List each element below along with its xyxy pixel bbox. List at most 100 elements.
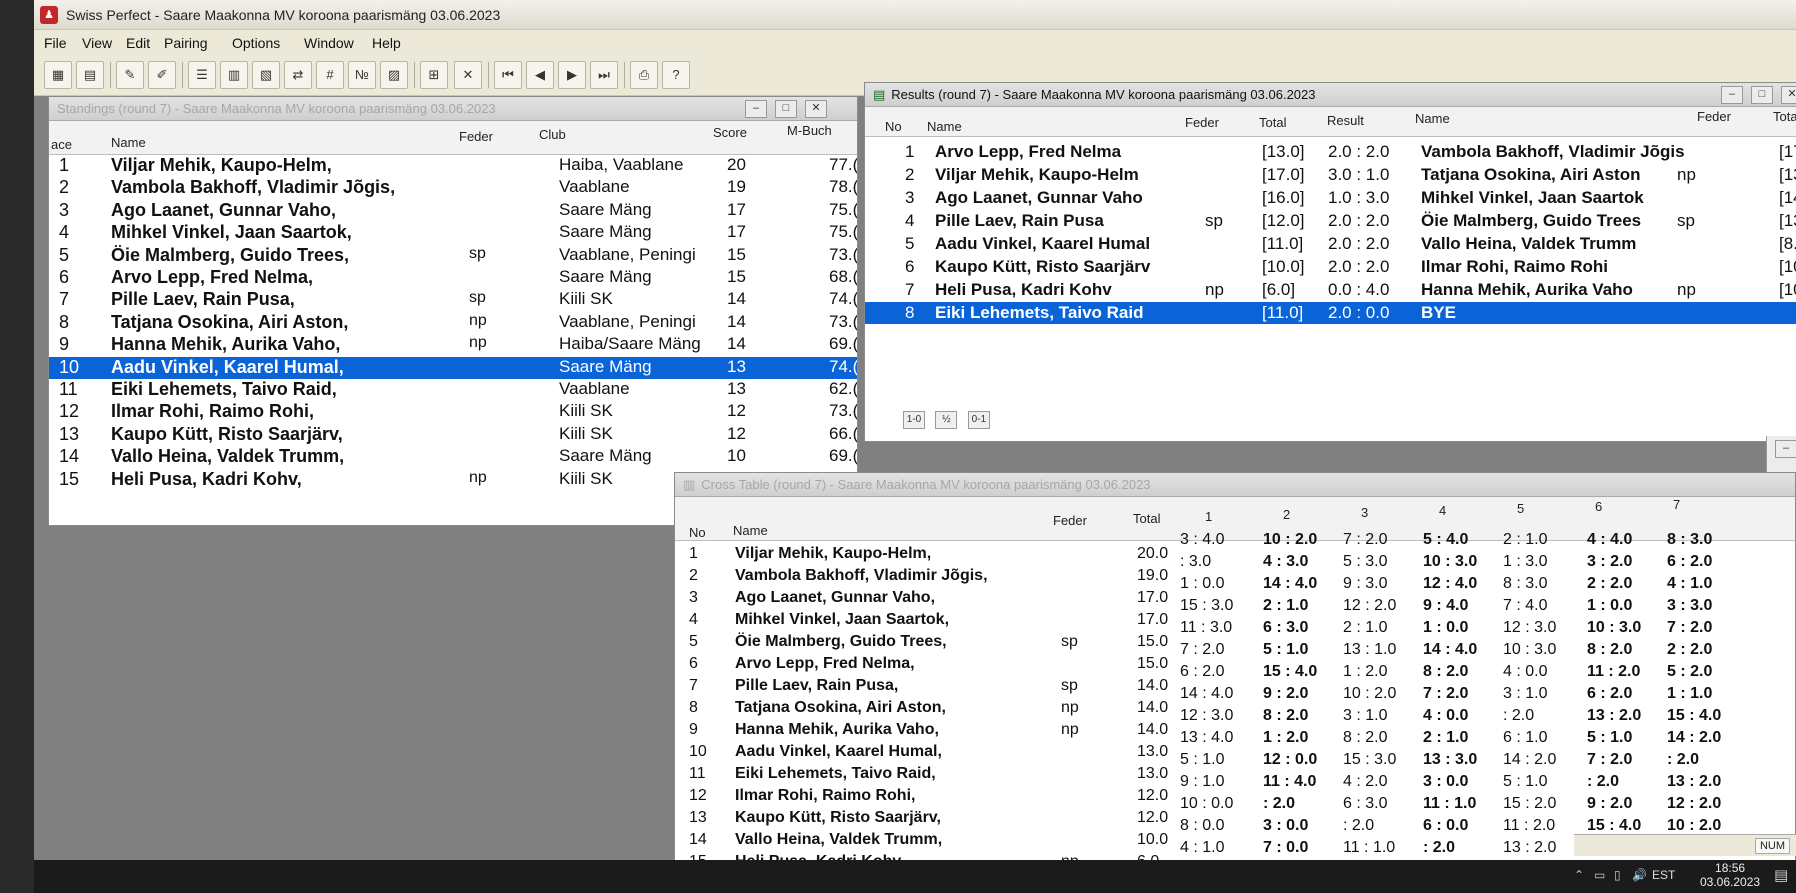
row-result[interactable]: 2.0 : 2.0 [1328, 234, 1389, 254]
menu-options[interactable]: Options [232, 35, 280, 51]
header-round[interactable]: 2 [1283, 507, 1290, 522]
round-result: 2 : 2.0 [1667, 641, 1713, 658]
close-icon[interactable]: ✕ [805, 100, 827, 118]
standings-row[interactable]: 9 Hanna Mehik, Aurika Vaho, np Haiba/Saare … [49, 334, 857, 356]
standings-row[interactable]: 8 Tatjana Osokina, Airi Aston, np Vaablane,… [49, 312, 857, 334]
header-round[interactable]: 5 [1517, 501, 1524, 516]
menu-edit[interactable]: Edit [126, 35, 150, 51]
crosstable-row[interactable]: 11 Eiki Lehemets, Taivo Raid, 13.0 5 : 1.0 1… [675, 751, 1795, 785]
header-feder[interactable]: Feder [1185, 115, 1219, 130]
menu-view[interactable]: View [82, 35, 112, 51]
first-round-icon[interactable]: ⏮ [494, 61, 522, 89]
header-total[interactable]: Total [1259, 115, 1286, 130]
menu-file[interactable]: File [44, 35, 67, 51]
header-place[interactable]: ace [51, 137, 72, 152]
header-name[interactable]: Name [733, 523, 768, 538]
volume-icon[interactable]: 🔊 [1632, 868, 1647, 882]
pairings-grid-icon[interactable]: ▧ [252, 61, 280, 89]
header-score[interactable]: Score [713, 125, 747, 140]
row-result[interactable]: 1.0 : 3.0 [1328, 188, 1389, 208]
minimize-icon[interactable]: – [745, 100, 767, 118]
standings-row[interactable]: 11 Eiki Lehemets, Taivo Raid, Vaablane 13 62… [49, 379, 857, 401]
numbers-icon[interactable]: № [348, 61, 376, 89]
last-round-icon[interactable]: ⏭ [590, 61, 618, 89]
network-icon[interactable]: ▭ [1594, 868, 1605, 882]
header-total-2[interactable]: Total [1773, 109, 1796, 124]
standings-row[interactable]: 13 Kaupo Kütt, Risto Saarjärv, Kiili SK 12 6… [49, 424, 857, 446]
header-name[interactable]: Name [927, 119, 962, 134]
results-row[interactable]: 5 Aadu Vinkel, Kaarel Humal [11.0] 2.0 : 2.… [865, 233, 1796, 255]
menu-help[interactable]: Help [372, 35, 401, 51]
notification-icon[interactable]: ▤ [1774, 866, 1788, 884]
header-club[interactable]: Club [539, 127, 566, 142]
header-round[interactable]: 3 [1361, 505, 1368, 520]
close-icon[interactable]: ✕ [1781, 86, 1796, 104]
maximize-icon[interactable]: □ [775, 100, 797, 118]
header-round[interactable]: 1 [1205, 509, 1212, 524]
results-row[interactable]: 2 Viljar Mehik, Kaupo-Helm [17.0] 3.0 : 1.0… [865, 164, 1796, 186]
header-round[interactable]: 6 [1595, 499, 1602, 514]
standings-row[interactable]: 5 Öie Malmberg, Guido Trees, sp Vaablane, P… [49, 245, 857, 267]
header-no[interactable]: No [885, 119, 902, 134]
header-feder[interactable]: Feder [1053, 513, 1087, 528]
delete-icon[interactable]: ✕ [454, 61, 482, 89]
help-icon[interactable]: ? [662, 61, 690, 89]
header-mbuch[interactable]: M-Buch [787, 123, 832, 138]
header-result[interactable]: Result [1327, 113, 1364, 128]
menu-pairing[interactable]: Pairing [164, 35, 208, 51]
draw-button[interactable]: ½ [935, 411, 958, 429]
minimize-icon[interactable]: – [1721, 86, 1743, 104]
standings-row[interactable]: 1 Viljar Mehik, Kaupo-Helm, Haiba, Vaablan… [49, 155, 857, 177]
previous-round-icon[interactable]: ◀ [526, 61, 554, 89]
header-round[interactable]: 7 [1673, 497, 1680, 512]
results-row[interactable]: 6 Kaupo Kütt, Risto Saarjärv [10.0] 2.0 : 2… [865, 256, 1796, 278]
row-result[interactable]: 2.0 : 2.0 [1328, 257, 1389, 277]
standings-row[interactable]: 14 Vallo Heina, Valdek Trumm, Saare Mäng 10… [49, 446, 857, 468]
results-row[interactable]: 8 Eiki Lehemets, Taivo Raid [11.0] 2.0 : 0.… [865, 302, 1796, 324]
new-tournament-icon[interactable]: ▦ [44, 61, 72, 89]
results-row[interactable]: 7 Heli Pusa, Kadri Kohv np [6.0] 0.0 : 4.0 Ha… [865, 279, 1796, 301]
standings-row[interactable]: 6 Arvo Lepp, Fred Nelma, Saare Mäng 15 68.( [49, 267, 857, 289]
minimize-icon[interactable]: – [1775, 440, 1796, 458]
standings-row[interactable]: 10 Aadu Vinkel, Kaarel Humal, Saare Mäng 13… [49, 356, 857, 379]
results-row[interactable]: 3 Ago Laanet, Gunnar Vaho [16.0] 1.0 : 3.0 M… [865, 187, 1796, 209]
crosstable-icon[interactable]: ▥ [220, 61, 248, 89]
header-feder-2[interactable]: Feder [1697, 109, 1731, 124]
battery-icon[interactable]: ▯ [1614, 868, 1621, 882]
maximize-icon[interactable]: □ [1751, 86, 1773, 104]
ratings-icon[interactable]: # [316, 61, 344, 89]
header-name[interactable]: Name [111, 135, 146, 150]
results-row[interactable]: 4 Pille Laev, Rain Pusa sp [12.0] 2.0 : 2.0 Ö… [865, 210, 1796, 232]
header-opponent-name[interactable]: Name [1415, 111, 1450, 126]
next-round-icon[interactable]: ▶ [558, 61, 586, 89]
header-feder[interactable]: Feder [459, 129, 493, 144]
chevron-up-icon[interactable]: ⌃ [1574, 868, 1584, 882]
standings-row[interactable]: 2 Vambola Bakhoff, Vladimir Jõgis, Vaablan… [49, 177, 857, 199]
pen-edit-icon[interactable]: ✐ [148, 61, 176, 89]
clock[interactable]: 18:56 03.06.2023 [1700, 861, 1760, 889]
standings-row[interactable]: 7 Pille Laev, Rain Pusa, sp Kiili SK 14 74.( [49, 289, 857, 311]
standings-row[interactable]: 12 Ilmar Rohi, Raimo Rohi, Kiili SK 12 73.( [49, 401, 857, 423]
row-result[interactable]: 2.0 : 0.0 [1328, 303, 1389, 323]
header-total[interactable]: Total [1133, 511, 1160, 526]
header-no[interactable]: No [689, 525, 706, 540]
header-round[interactable]: 4 [1439, 503, 1446, 518]
language-indicator[interactable]: EST [1652, 868, 1675, 882]
pen-icon[interactable]: ✎ [116, 61, 144, 89]
results-row[interactable]: 1 Arvo Lepp, Fred Nelma [13.0] 2.0 : 2.0 Vam… [865, 141, 1796, 163]
print-icon[interactable]: ⎙ [630, 61, 658, 89]
standings-icon[interactable]: ☰ [188, 61, 216, 89]
menu-window[interactable]: Window [304, 35, 354, 51]
report-icon[interactable]: ▨ [380, 61, 408, 89]
standings-row[interactable]: 4 Mihkel Vinkel, Jaan Saartok, Saare Mäng 1… [49, 222, 857, 244]
players-icon[interactable]: ▤ [76, 61, 104, 89]
black-win-button[interactable]: 0-1 [967, 411, 990, 429]
standings-row[interactable]: 3 Ago Laanet, Gunnar Vaho, Saare Mäng 17 75.… [49, 200, 857, 222]
row-result[interactable]: 0.0 : 4.0 [1328, 280, 1389, 300]
row-result[interactable]: 2.0 : 2.0 [1328, 211, 1389, 231]
table-layout-icon[interactable]: ⊞ [420, 61, 448, 89]
row-result[interactable]: 2.0 : 2.0 [1328, 142, 1389, 162]
swap-icon[interactable]: ⇄ [284, 61, 312, 89]
white-win-button[interactable]: 1-0 [903, 411, 925, 429]
row-result[interactable]: 3.0 : 1.0 [1328, 165, 1389, 185]
